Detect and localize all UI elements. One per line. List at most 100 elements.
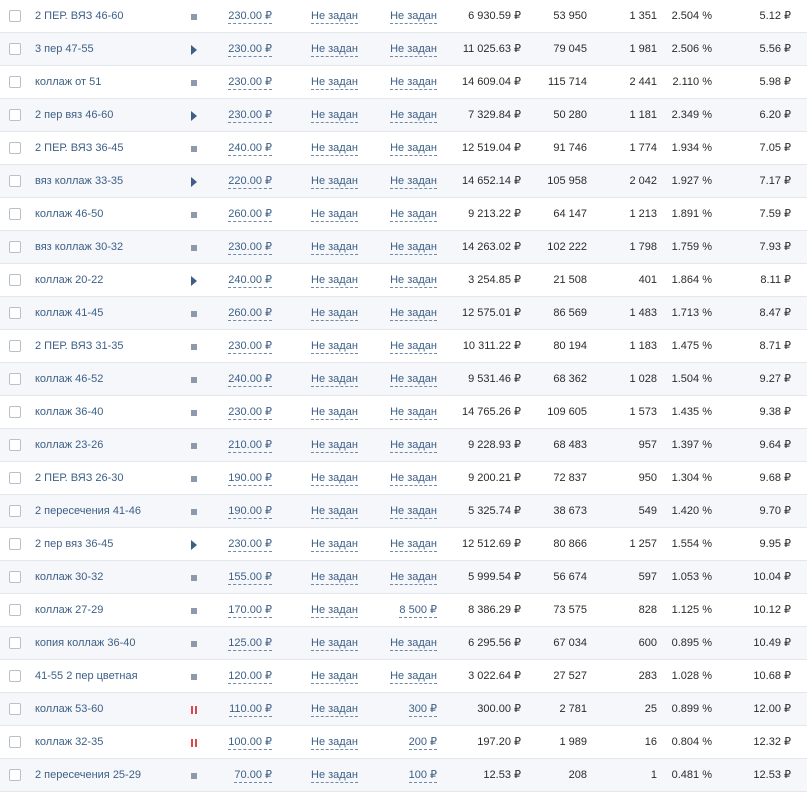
bid-editor[interactable]: 230.00 ₽ — [228, 340, 272, 354]
bid-editor[interactable]: 170.00 ₽ — [228, 604, 272, 618]
stop-icon[interactable] — [188, 396, 200, 429]
total-limit-editor[interactable]: Не задан — [390, 571, 437, 585]
bid-editor[interactable]: 230.00 ₽ — [228, 76, 272, 90]
bid-editor[interactable]: 230.00 ₽ — [228, 43, 272, 57]
total-limit-editor[interactable]: Не задан — [390, 208, 437, 222]
stop-icon[interactable] — [188, 363, 200, 396]
total-limit-editor[interactable]: Не задан — [390, 175, 437, 189]
stop-icon[interactable] — [188, 231, 200, 264]
play-icon[interactable] — [188, 33, 200, 66]
stop-icon[interactable] — [188, 132, 200, 165]
campaign-name-link[interactable]: 2 пер вяз 36-45 — [35, 528, 113, 561]
day-limit-editor[interactable]: Не задан — [311, 241, 358, 255]
campaign-name-link[interactable]: 3 пер 47-55 — [35, 33, 94, 66]
campaign-name-link[interactable]: вяз коллаж 33-35 — [35, 165, 123, 198]
stop-icon[interactable] — [188, 462, 200, 495]
row-checkbox[interactable] — [9, 538, 21, 550]
day-limit-editor[interactable]: Не задан — [311, 340, 358, 354]
day-limit-editor[interactable]: Не задан — [311, 406, 358, 420]
row-checkbox[interactable] — [9, 604, 21, 616]
total-limit-editor[interactable]: 8 500 ₽ — [399, 604, 437, 618]
play-icon[interactable] — [188, 165, 200, 198]
bid-editor[interactable]: 220.00 ₽ — [228, 175, 272, 189]
day-limit-editor[interactable]: Не задан — [311, 439, 358, 453]
row-checkbox[interactable] — [9, 208, 21, 220]
campaign-name-link[interactable]: 41-55 2 пер цветная — [35, 660, 138, 693]
total-limit-editor[interactable]: Не задан — [390, 43, 437, 57]
bid-editor[interactable]: 155.00 ₽ — [228, 571, 272, 585]
day-limit-editor[interactable]: Не задан — [311, 472, 358, 486]
bid-editor[interactable]: 260.00 ₽ — [228, 307, 272, 321]
play-icon[interactable] — [188, 264, 200, 297]
row-checkbox[interactable] — [9, 340, 21, 352]
row-checkbox[interactable] — [9, 274, 21, 286]
stop-icon[interactable] — [188, 759, 200, 792]
row-checkbox[interactable] — [9, 373, 21, 385]
campaign-name-link[interactable]: коллаж 30-32 — [35, 561, 103, 594]
bid-editor[interactable]: 120.00 ₽ — [228, 670, 272, 684]
total-limit-editor[interactable]: Не задан — [390, 538, 437, 552]
campaign-name-link[interactable]: коллаж от 51 — [35, 66, 101, 99]
stop-icon[interactable] — [188, 429, 200, 462]
bid-editor[interactable]: 260.00 ₽ — [228, 208, 272, 222]
total-limit-editor[interactable]: Не задан — [390, 670, 437, 684]
bid-editor[interactable]: 230.00 ₽ — [228, 406, 272, 420]
total-limit-editor[interactable]: Не задан — [390, 76, 437, 90]
row-checkbox[interactable] — [9, 505, 21, 517]
stop-icon[interactable] — [188, 330, 200, 363]
campaign-name-link[interactable]: коллаж 27-29 — [35, 594, 103, 627]
stop-icon[interactable] — [188, 594, 200, 627]
day-limit-editor[interactable]: Не задан — [311, 274, 358, 288]
stop-icon[interactable] — [188, 561, 200, 594]
stop-icon[interactable] — [188, 66, 200, 99]
day-limit-editor[interactable]: Не задан — [311, 505, 358, 519]
bid-editor[interactable]: 110.00 ₽ — [229, 703, 272, 717]
campaign-name-link[interactable]: коллаж 36-40 — [35, 396, 103, 429]
campaign-name-link[interactable]: 2 ПЕР. ВЯЗ 46-60 — [35, 0, 124, 33]
row-checkbox[interactable] — [9, 571, 21, 583]
bid-editor[interactable]: 190.00 ₽ — [228, 472, 272, 486]
row-checkbox[interactable] — [9, 637, 21, 649]
play-icon[interactable] — [188, 528, 200, 561]
row-checkbox[interactable] — [9, 703, 21, 715]
row-checkbox[interactable] — [9, 670, 21, 682]
day-limit-editor[interactable]: Не задан — [311, 142, 358, 156]
campaign-name-link[interactable]: вяз коллаж 30-32 — [35, 231, 123, 264]
total-limit-editor[interactable]: Не задан — [390, 109, 437, 123]
campaign-name-link[interactable]: копия коллаж 36-40 — [35, 627, 135, 660]
pause-icon[interactable] — [188, 726, 200, 759]
bid-editor[interactable]: 240.00 ₽ — [228, 142, 272, 156]
day-limit-editor[interactable]: Не задан — [311, 736, 358, 750]
day-limit-editor[interactable]: Не задан — [311, 175, 358, 189]
row-checkbox[interactable] — [9, 109, 21, 121]
row-checkbox[interactable] — [9, 10, 21, 22]
bid-editor[interactable]: 240.00 ₽ — [228, 274, 272, 288]
day-limit-editor[interactable]: Не задан — [311, 769, 358, 783]
campaign-name-link[interactable]: коллаж 32-35 — [35, 726, 103, 759]
row-checkbox[interactable] — [9, 241, 21, 253]
day-limit-editor[interactable]: Не задан — [311, 10, 358, 24]
row-checkbox[interactable] — [9, 439, 21, 451]
total-limit-editor[interactable]: Не задан — [390, 472, 437, 486]
stop-icon[interactable] — [188, 198, 200, 231]
bid-editor[interactable]: 70.00 ₽ — [234, 769, 272, 783]
bid-editor[interactable]: 230.00 ₽ — [228, 10, 272, 24]
campaign-name-link[interactable]: коллаж 46-52 — [35, 363, 103, 396]
bid-editor[interactable]: 230.00 ₽ — [228, 109, 272, 123]
day-limit-editor[interactable]: Не задан — [311, 109, 358, 123]
total-limit-editor[interactable]: 100 ₽ — [408, 769, 437, 783]
day-limit-editor[interactable]: Не задан — [311, 604, 358, 618]
day-limit-editor[interactable]: Не задан — [311, 307, 358, 321]
day-limit-editor[interactable]: Не задан — [311, 208, 358, 222]
bid-editor[interactable]: 190.00 ₽ — [228, 505, 272, 519]
campaign-name-link[interactable]: коллаж 20-22 — [35, 264, 103, 297]
stop-icon[interactable] — [188, 297, 200, 330]
campaign-name-link[interactable]: 2 ПЕР. ВЯЗ 36-45 — [35, 132, 124, 165]
stop-icon[interactable] — [188, 0, 200, 33]
total-limit-editor[interactable]: Не задан — [390, 340, 437, 354]
pause-icon[interactable] — [188, 693, 200, 726]
total-limit-editor[interactable]: Не задан — [390, 505, 437, 519]
row-checkbox[interactable] — [9, 142, 21, 154]
campaign-name-link[interactable]: 2 пересечения 41-46 — [35, 495, 141, 528]
bid-editor[interactable]: 230.00 ₽ — [228, 241, 272, 255]
